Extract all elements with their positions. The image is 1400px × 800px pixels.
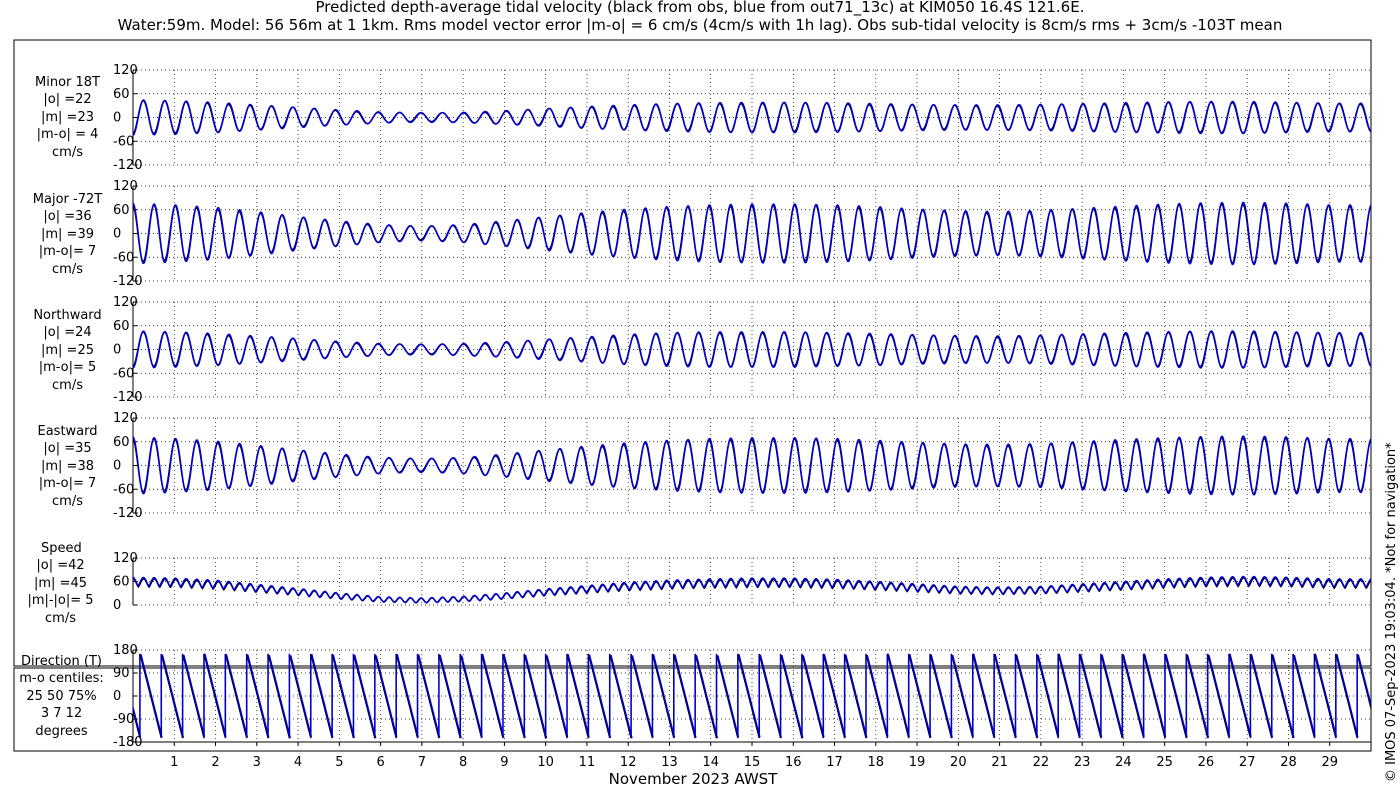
- x-tick-label: 18: [868, 755, 885, 770]
- y-tick-label: -60: [113, 366, 134, 381]
- panel-label-major-line: |m-o|= 7: [38, 244, 97, 260]
- panel-label-speed-line: cm/s: [45, 610, 76, 626]
- y-tick-label: 60: [113, 319, 130, 334]
- x-tick-label: 4: [294, 755, 302, 770]
- panel-label-major-line: |o| =36: [43, 209, 92, 225]
- panel-north: -120-60060120: [113, 295, 1372, 405]
- panel-label-major: Major -72T |o| =36 |m| =39 |m-o|= 7 cm/s: [20, 191, 115, 278]
- panel-east: -120-60060120: [113, 411, 1372, 521]
- y-tick-label: 120: [113, 411, 138, 426]
- y-tick-label: 60: [113, 203, 130, 218]
- y-tick-label: -90: [113, 712, 134, 727]
- panel-label-speed-line: |o| =42: [36, 558, 85, 574]
- x-tick-label: 21: [991, 755, 1008, 770]
- y-tick-label: -120: [113, 506, 143, 521]
- panel-label-minor-line: |o| =22: [43, 92, 92, 108]
- panel-label-eastward-line: |m-o|= 7: [38, 476, 97, 492]
- y-tick-label: -120: [113, 390, 143, 405]
- x-tick-label: 15: [744, 755, 761, 770]
- y-tick-label: -60: [113, 134, 134, 149]
- y-tick-label: 120: [113, 295, 138, 310]
- x-tick-label: 12: [620, 755, 637, 770]
- panel-label-northward-line: Northward: [33, 308, 102, 323]
- x-tick-label: 10: [537, 755, 554, 770]
- y-tick-label: -60: [113, 482, 134, 497]
- panel-label-northward: Northward |o| =24 |m| =25 |m-o|= 5 cm/s: [20, 307, 115, 394]
- x-tick-label: 3: [253, 755, 261, 770]
- panel-label-northward-line: |o| =24: [43, 325, 92, 341]
- panel-label-direction-line: 3 7 12: [40, 706, 83, 722]
- x-tick-label: 27: [1239, 755, 1256, 770]
- copyright-credit: © IMOS 07-Sep-2023 19:03:04. *Not for na…: [1384, 442, 1399, 782]
- x-tick-label: 29: [1321, 755, 1338, 770]
- y-tick-label: 120: [113, 179, 138, 194]
- x-tick-label: 5: [335, 755, 343, 770]
- y-tick-label: -120: [113, 274, 143, 289]
- panel-label-speed: Speed |o| =42 |m| =45 |m|-|o|= 5 cm/s: [13, 540, 108, 627]
- x-tick-label: 23: [1074, 755, 1091, 770]
- x-tick-label: 16: [785, 755, 802, 770]
- model-series-line: [132, 99, 1372, 136]
- panel-speed: 0 60 120: [113, 551, 1372, 613]
- panel-major: -120-60060120: [113, 179, 1372, 289]
- panel-minor: -120-60060120: [113, 63, 1372, 173]
- tidal-velocity-chart: -120-60060120-120-60060120-120-60060120-…: [13, 39, 1372, 788]
- panel-label-northward-line: cm/s: [52, 377, 83, 393]
- y-tick-label: 60: [113, 435, 130, 450]
- x-tick-label: 28: [1280, 755, 1297, 770]
- x-tick-label: 2: [211, 755, 219, 770]
- panel-label-eastward-line: Eastward: [37, 424, 98, 439]
- x-tick-label: 7: [418, 755, 426, 770]
- panel-direction: -180-90090180: [113, 643, 1372, 750]
- panel-label-speed-line: |m| =45: [34, 575, 87, 591]
- panel-label-eastward: Eastward |o| =35 |m| =38 |m-o|= 7 cm/s: [20, 423, 115, 510]
- x-axis-label: November 2023 AWST: [609, 770, 779, 788]
- x-tick-label: 8: [459, 755, 467, 770]
- panel-label-eastward-line: |m| =38: [41, 458, 94, 474]
- panel-label-direction-line: 25 50 75%: [26, 688, 97, 704]
- y-tick-label: 120: [113, 551, 138, 566]
- y-tick-label: 0: [113, 598, 121, 613]
- x-tick-label: 11: [579, 755, 596, 770]
- panel-label-direction-line: degrees: [35, 723, 88, 739]
- x-tick-label: 20: [950, 755, 967, 770]
- panel-label-direction-line: Direction (T): [21, 654, 102, 669]
- panel-label-speed-line: Speed: [41, 541, 82, 556]
- x-tick-label: 19: [909, 755, 926, 770]
- panel-label-eastward-line: cm/s: [52, 493, 83, 509]
- x-tick-label: 26: [1198, 755, 1215, 770]
- panel-label-speed-line: |m|-|o|= 5: [27, 593, 94, 609]
- y-tick-label: -120: [113, 158, 143, 173]
- y-tick-label: 90: [113, 666, 130, 681]
- x-tick-label: 25: [1156, 755, 1173, 770]
- panel-label-minor: Minor 18T |o| =22 |m| =23 |m-o| = 4 cm/s: [20, 74, 115, 161]
- x-tick-label: 13: [661, 755, 678, 770]
- x-tick-label: 22: [1033, 755, 1050, 770]
- panel-label-northward-line: |m-o|= 5: [38, 360, 97, 376]
- y-tick-label: -60: [113, 250, 134, 265]
- panel-label-northward-line: |m| =25: [41, 342, 94, 358]
- x-tick-label: 1: [170, 755, 178, 770]
- y-tick-label: 60: [113, 87, 130, 102]
- panel-label-direction: Direction (T) m-o centiles: 25 50 75% 3 …: [14, 653, 109, 740]
- x-tick-label: 17: [826, 755, 843, 770]
- panel-label-minor-line: cm/s: [52, 144, 83, 160]
- panel-label-major-line: |m| =39: [41, 226, 94, 242]
- x-tick-label: 24: [1115, 755, 1132, 770]
- panel-label-minor-line: Minor 18T: [35, 75, 100, 90]
- y-tick-label: 60: [113, 575, 130, 590]
- y-tick-label: 0: [113, 689, 121, 704]
- panel-label-minor-line: |m-o| = 4: [36, 127, 99, 143]
- y-tick-label: 120: [113, 63, 138, 78]
- panel-label-minor-line: |m| =23: [41, 109, 94, 125]
- panel-label-major-line: cm/s: [52, 261, 83, 277]
- y-tick-label: 180: [113, 643, 138, 658]
- x-tick-label: 6: [376, 755, 384, 770]
- panel-label-major-line: Major -72T: [32, 192, 103, 207]
- panel-label-direction-line: m-o centiles:: [19, 671, 104, 687]
- panel-label-eastward-line: |o| =35: [43, 441, 92, 457]
- x-tick-label: 9: [500, 755, 508, 770]
- x-tick-label: 14: [702, 755, 719, 770]
